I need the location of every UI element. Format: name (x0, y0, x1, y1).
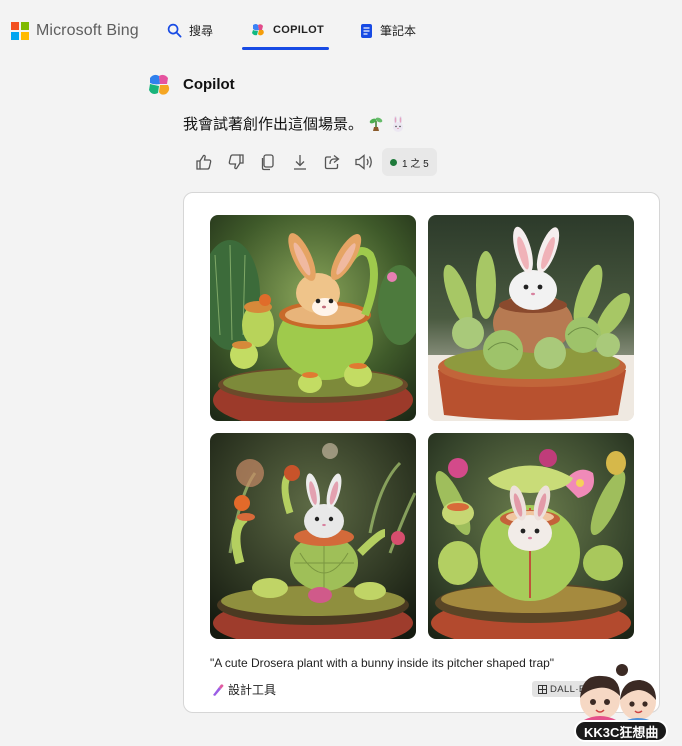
download-icon (294, 155, 306, 170)
message-actions: 1 之 5 (188, 148, 437, 176)
response-pager: 1 之 5 (382, 148, 437, 176)
notebook-icon (361, 23, 372, 38)
seedling-icon (369, 117, 383, 131)
design-tool-icon (213, 683, 224, 696)
tab-notebook[interactable]: 筆記本 (360, 22, 416, 39)
image-prompt-caption: "A cute Drosera plant with a bunny insid… (210, 656, 555, 670)
generated-image-2[interactable] (428, 215, 634, 421)
generated-image-4[interactable] (428, 433, 634, 639)
like-button[interactable] (188, 148, 220, 176)
copy-icon (261, 154, 274, 171)
assistant-message: 我會試著創作出這個場景。 (183, 113, 407, 134)
microsoft-logo-icon (11, 22, 29, 40)
status-dot (390, 158, 397, 166)
tab-copilot[interactable]: COPILOT (250, 22, 324, 38)
top-bar: Microsoft Bing 搜尋 COPILOT 筆記本 (0, 0, 682, 56)
dislike-button[interactable] (220, 148, 252, 176)
download-button[interactable] (284, 148, 316, 176)
active-tab-indicator (242, 47, 329, 50)
copilot-icon (252, 24, 264, 36)
thumbs-down-icon (228, 154, 244, 170)
tab-search[interactable]: 搜尋 (167, 22, 213, 39)
copilot-logo-icon (149, 74, 170, 95)
bing-brand[interactable]: Microsoft Bing (11, 22, 139, 40)
generated-image-3[interactable] (210, 433, 416, 639)
image-result-card: "A cute Drosera plant with a bunny insid… (183, 192, 660, 713)
grid-icon (538, 684, 547, 694)
speaker-icon (355, 154, 372, 170)
share-icon (324, 154, 340, 170)
tab-notebook-label: 筆記本 (380, 24, 417, 38)
watermark-text: KK3C狂想曲 (574, 720, 669, 742)
search-icon (167, 23, 182, 38)
copy-button[interactable] (252, 148, 284, 176)
tab-copilot-label: COPILOT (273, 24, 324, 36)
thumbs-up-icon (196, 154, 212, 170)
read-aloud-button[interactable] (348, 148, 380, 176)
message-text: 我會試著創作出這個場景。 (183, 116, 364, 133)
sender-name: Copilot (183, 76, 235, 93)
tab-search-label: 搜尋 (189, 24, 214, 38)
generated-image-1[interactable] (210, 215, 416, 421)
pager-text: 1 之 5 (402, 158, 429, 170)
design-tool-label: 設計工具 (228, 683, 277, 697)
brand-name: Microsoft Bing (36, 22, 139, 39)
rabbit-icon (393, 115, 404, 132)
design-tool-link[interactable]: 設計工具 (211, 681, 276, 698)
share-button[interactable] (316, 148, 348, 176)
